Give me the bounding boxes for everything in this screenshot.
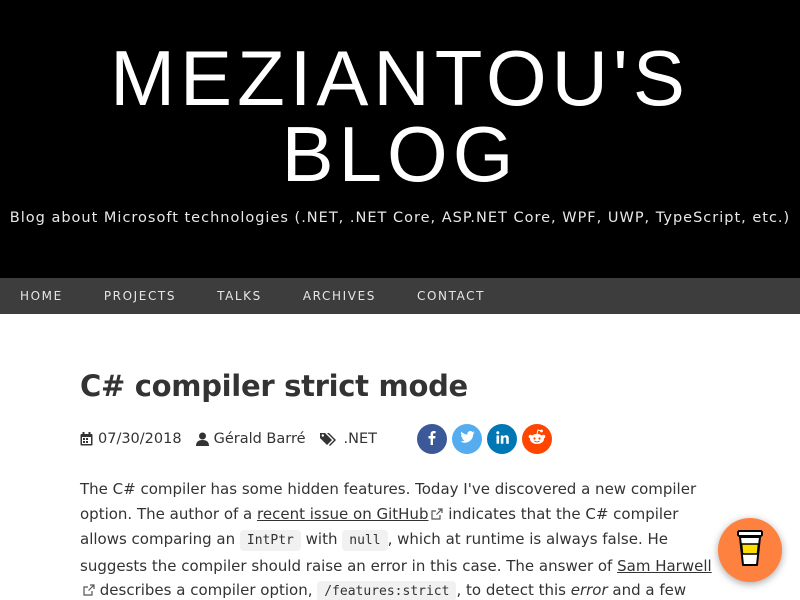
post-author-link[interactable]: Gérald Barré	[214, 431, 306, 447]
code-features-strict: /features:strict	[317, 581, 457, 600]
site-header: MEZIANTOU'S BLOG Blog about Microsoft te…	[0, 0, 800, 278]
code-null: null	[342, 530, 388, 551]
post-date: 07/30/2018	[80, 431, 182, 447]
sam-harwell-link[interactable]: Sam Harwell	[617, 557, 712, 575]
nav-contact[interactable]: CONTACT	[417, 289, 485, 303]
body-text-5: describes a compiler option,	[95, 581, 318, 599]
facebook-icon	[428, 430, 436, 449]
body-text-6: , to detect this	[456, 581, 571, 599]
external-link-icon	[431, 503, 444, 528]
nav-archives[interactable]: ARCHIVES	[303, 289, 376, 303]
body-text-3: with	[300, 530, 343, 548]
tags-icon	[319, 432, 339, 446]
main-nav: HOME PROJECTS TALKS ARCHIVES CONTACT	[0, 278, 800, 314]
share-buttons	[417, 424, 557, 454]
linkedin-icon	[495, 430, 509, 448]
code-intptr: IntPtr	[239, 530, 301, 551]
twitter-icon	[459, 431, 475, 447]
body-emphasis-error: error	[570, 581, 608, 599]
share-twitter-button[interactable]	[452, 424, 483, 454]
share-facebook-button[interactable]	[417, 424, 448, 454]
nav-projects[interactable]: PROJECTS	[104, 289, 176, 303]
share-reddit-button[interactable]	[522, 424, 553, 454]
nav-home[interactable]: HOME	[20, 289, 63, 303]
user-icon	[195, 432, 209, 446]
post-title: C# compiler strict mode	[80, 369, 468, 403]
post-meta: 07/30/2018 Gérald Barré .NET	[80, 423, 720, 455]
site-title[interactable]: MEZIANTOU'S BLOG	[0, 39, 800, 193]
share-linkedin-button[interactable]	[487, 424, 518, 454]
post-date-text: 07/30/2018	[98, 431, 182, 447]
nav-talks[interactable]: TALKS	[217, 289, 262, 303]
calendar-icon	[80, 432, 93, 446]
buy-me-a-coffee-button[interactable]	[718, 518, 782, 582]
site-title-line1[interactable]: MEZIANTOU'S	[110, 34, 690, 122]
post-body: The C# compiler has some hidden features…	[80, 477, 720, 600]
reddit-icon	[528, 429, 546, 449]
site-title-line2[interactable]: BLOG	[282, 110, 519, 198]
coffee-cup-icon	[735, 529, 765, 571]
post-author: Gérald Barré	[195, 431, 306, 447]
main-content: C# compiler strict mode 07/30/2018 Géral…	[0, 314, 720, 600]
post-tag-link[interactable]: .NET	[344, 431, 377, 447]
post-tags: .NET	[319, 431, 377, 447]
github-issue-link[interactable]: recent issue on GitHub	[257, 505, 428, 523]
site-tagline: Blog about Microsoft technologies (.NET,…	[9, 210, 791, 226]
external-link-icon	[83, 579, 95, 600]
